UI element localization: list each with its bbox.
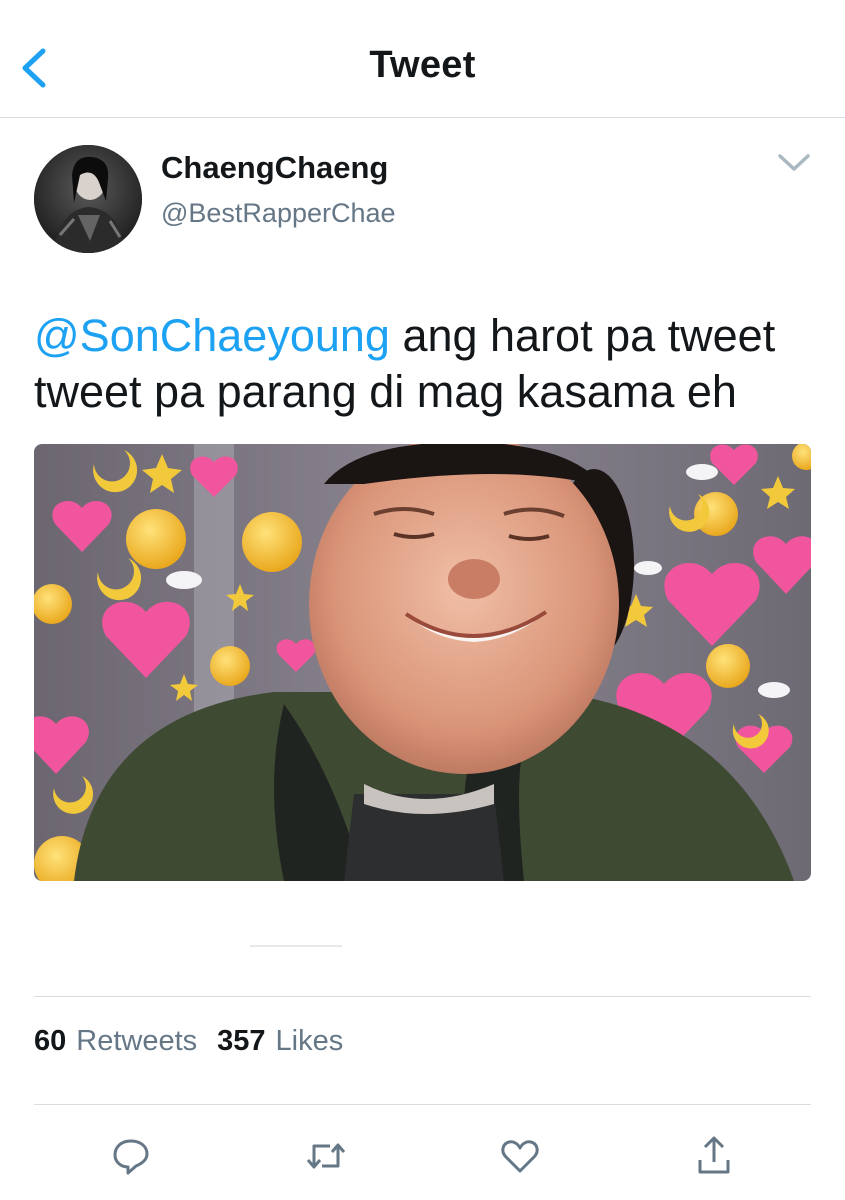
likes-stat[interactable]: 357 Likes bbox=[217, 1025, 343, 1058]
tweet-stats: 60 Retweets 357 Likes bbox=[34, 1025, 363, 1058]
timestamp-placeholder bbox=[250, 936, 342, 947]
tweet-media-image[interactable] bbox=[34, 444, 811, 881]
retweets-stat[interactable]: 60 Retweets bbox=[34, 1025, 197, 1058]
avatar[interactable] bbox=[34, 145, 142, 253]
share-icon bbox=[698, 1136, 730, 1174]
author-name[interactable]: ChaengChaeng bbox=[161, 150, 388, 186]
page-title: Tweet bbox=[369, 44, 476, 86]
tweet-text: @SonChaeyoung ang harot pa tweet tweet p… bbox=[34, 308, 824, 420]
retweets-label: Retweets bbox=[76, 1025, 198, 1057]
like-button[interactable] bbox=[492, 1128, 548, 1184]
likes-count: 357 bbox=[217, 1025, 266, 1057]
retweets-count: 60 bbox=[34, 1025, 67, 1057]
mention-link[interactable]: @SonChaeyoung bbox=[34, 310, 390, 361]
heart-icon bbox=[501, 1140, 539, 1173]
more-options-button[interactable] bbox=[774, 148, 814, 178]
chevron-down-icon bbox=[778, 154, 810, 171]
reply-icon bbox=[113, 1139, 149, 1175]
likes-label: Likes bbox=[275, 1025, 344, 1057]
divider bbox=[34, 996, 811, 997]
reply-button[interactable] bbox=[103, 1128, 159, 1184]
author-handle[interactable]: @BestRapperChae bbox=[161, 198, 396, 229]
retweet-icon bbox=[306, 1143, 346, 1169]
share-button[interactable] bbox=[686, 1128, 742, 1184]
retweet-button[interactable] bbox=[298, 1128, 354, 1184]
divider bbox=[34, 1104, 811, 1105]
media-illustration bbox=[34, 444, 811, 881]
tweet-actions-bar bbox=[0, 1128, 845, 1184]
top-nav-bar: Tweet bbox=[0, 0, 845, 118]
avatar-image bbox=[34, 145, 142, 253]
